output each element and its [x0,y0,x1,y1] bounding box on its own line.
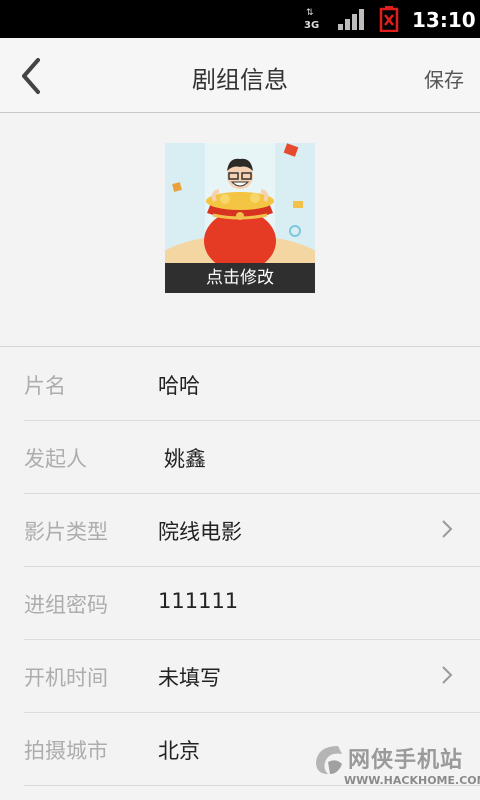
clock-time: 13:10 [412,8,476,32]
form-row-join-password[interactable]: 进组密码 111111 [24,567,480,640]
row-value[interactable]: 未填写 [158,662,221,692]
crew-info-form: 片名 哈哈 发起人 姚鑫 影片类型 院线电影 进组密码 111111 开机时间 … [0,348,480,786]
watermark-logo-icon [316,746,342,774]
row-label: 拍摄城市 [24,739,108,763]
top-nav-bar: 剧组信息 保存 [0,38,480,113]
watermark: 网侠手机站 WWW.HACKHOME.COM [308,734,480,800]
edit-avatar-label[interactable]: 点击修改 [165,263,315,293]
form-row-film-type[interactable]: 影片类型 院线电影 [24,494,480,567]
form-row-title[interactable]: 片名 哈哈 [24,348,480,421]
watermark-name: 网侠手机站 [348,748,464,773]
status-bar: ⇅ 3G 13:10 [0,0,480,38]
row-label: 进组密码 [24,593,108,617]
row-label: 发起人 [24,447,87,471]
row-label: 开机时间 [24,666,108,690]
form-row-start-time[interactable]: 开机时间 未填写 [24,640,480,713]
row-value[interactable]: 北京 [158,735,200,765]
watermark-url: WWW.HACKHOME.COM [344,774,480,787]
row-value[interactable]: 哈哈 [158,370,200,400]
chevron-right-icon [442,520,453,538]
signal-icon [338,8,366,30]
row-value[interactable]: 111111 [158,589,238,613]
row-value[interactable]: 院线电影 [158,516,242,546]
row-value[interactable]: 姚鑫 [164,443,206,473]
row-label: 影片类型 [24,520,108,544]
form-row-initiator[interactable]: 发起人 姚鑫 [24,421,480,494]
row-label: 片名 [24,374,66,398]
battery-empty-icon [378,6,400,33]
page-title: 剧组信息 [192,66,288,94]
chevron-right-icon [442,666,453,684]
crew-avatar-image[interactable]: 点击修改 [165,143,315,293]
avatar-section: 点击修改 [0,113,480,347]
save-button[interactable]: 保存 [424,64,464,93]
network-3g-icon: ⇅ 3G [304,8,320,31]
network-type-label: 3G [304,20,320,31]
